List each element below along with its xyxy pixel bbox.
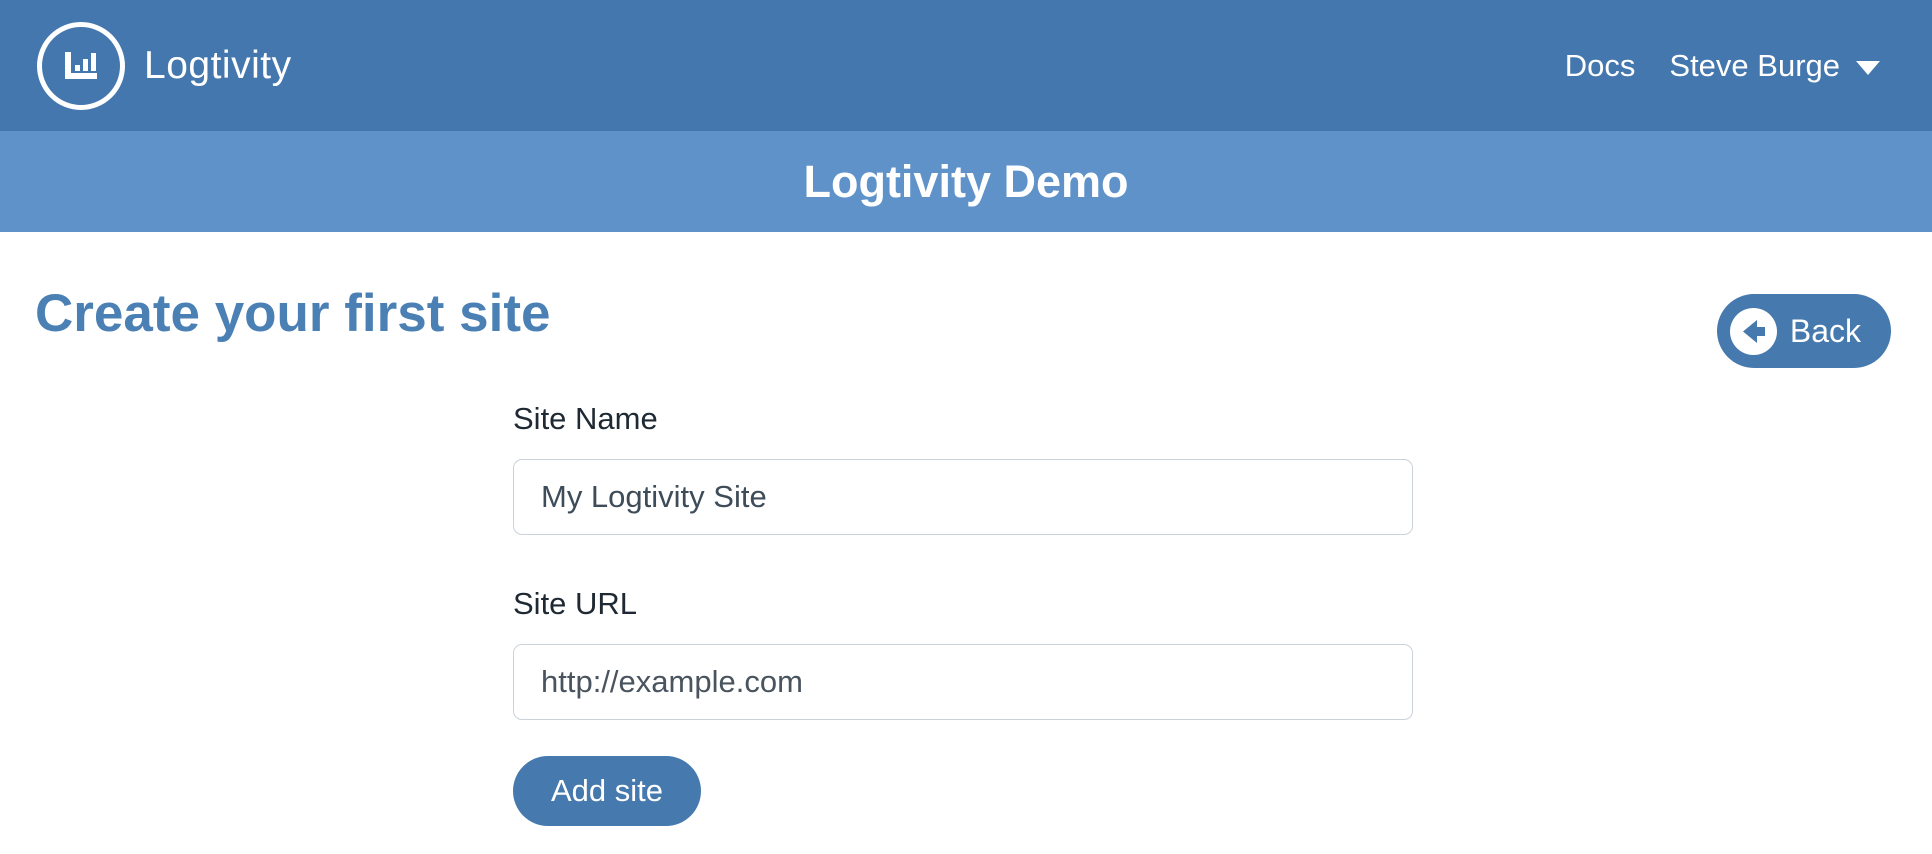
site-url-input[interactable] bbox=[513, 644, 1413, 720]
add-site-button[interactable]: Add site bbox=[513, 756, 702, 826]
heading-row: Create your first site Back bbox=[35, 279, 1891, 368]
top-navbar: Logtivity Docs Steve Burge bbox=[0, 0, 1932, 131]
create-site-form: Site Name Site URL Add site bbox=[513, 401, 1413, 826]
logtivity-logo-icon bbox=[37, 21, 125, 110]
navbar-links: Docs Steve Burge bbox=[1565, 48, 1880, 84]
site-url-label: Site URL bbox=[513, 586, 638, 621]
user-menu[interactable]: Steve Burge bbox=[1669, 48, 1880, 84]
brand-name: Logtivity bbox=[144, 43, 292, 87]
site-banner-title: Logtivity Demo bbox=[803, 155, 1129, 207]
site-name-label: Site Name bbox=[513, 401, 658, 436]
site-banner: Logtivity Demo bbox=[0, 131, 1932, 232]
brand[interactable]: Logtivity bbox=[37, 21, 292, 110]
user-name: Steve Burge bbox=[1669, 47, 1840, 83]
back-button[interactable]: Back bbox=[1716, 294, 1891, 368]
arrow-left-circle-icon bbox=[1729, 307, 1777, 355]
back-button-label: Back bbox=[1789, 312, 1861, 349]
chevron-down-icon bbox=[1856, 60, 1880, 75]
site-name-input[interactable] bbox=[513, 459, 1413, 535]
page-title: Create your first site bbox=[35, 284, 551, 343]
nav-link-docs[interactable]: Docs bbox=[1565, 48, 1636, 84]
main-content: Create your first site Back Site Name Si… bbox=[0, 279, 1932, 826]
